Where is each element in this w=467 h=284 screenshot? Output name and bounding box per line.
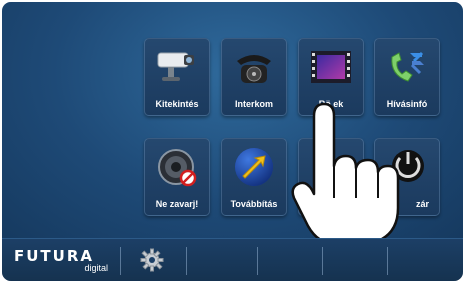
bar-slot-2[interactable] <box>258 239 322 281</box>
tile-zar[interactable]: zár <box>374 138 440 216</box>
tile-label: Ne zavarj! <box>155 199 199 209</box>
tile-rogzitettek[interactable]: Rö ek <box>298 38 364 116</box>
tile-v[interactable]: V <box>298 138 364 216</box>
gear-icon[interactable] <box>140 248 164 272</box>
tile-label: Rö ek <box>318 99 344 109</box>
bar-slot-4[interactable] <box>388 239 458 281</box>
telephone-icon <box>230 45 278 89</box>
cctv-camera-icon <box>153 45 201 89</box>
logo-brand: FUTURA <box>14 247 94 265</box>
call-arrows-icon <box>383 45 431 89</box>
power-icon <box>383 145 431 189</box>
futura-logo: FUTURA digital <box>14 245 112 275</box>
logo-sub: digital <box>84 263 108 273</box>
main-screen: Kitekintés Interkom Rö ek Hívásinfó Ne z… <box>2 2 463 246</box>
tile-interkom[interactable]: Interkom <box>221 38 287 116</box>
tile-hivasinfo[interactable]: Hívásinfó <box>374 38 440 116</box>
bar-slot-3[interactable] <box>323 239 387 281</box>
tile-label: Továbbítás <box>230 199 278 209</box>
tile-kitekintes[interactable]: Kitekintés <box>144 38 210 116</box>
intercom-device: Kitekintés Interkom Rö ek Hívásinfó Ne z… <box>2 2 463 281</box>
forward-arrow-icon <box>230 145 278 189</box>
tile-label: zár <box>415 199 429 209</box>
tile-label: Hívásinfó <box>386 99 428 109</box>
film-icon <box>307 45 355 89</box>
bottom-bar: FUTURA digital <box>2 238 463 281</box>
tile-ne-zavarj[interactable]: Ne zavarj! <box>144 138 210 216</box>
tile-label: Kitekintés <box>155 99 199 109</box>
partial-icon <box>307 145 355 189</box>
tile-tovabbitas[interactable]: Továbbítás <box>221 138 287 216</box>
tile-label: Interkom <box>234 99 273 109</box>
bar-slot-1[interactable] <box>187 239 257 281</box>
tile-label: V <box>307 199 314 209</box>
divider <box>120 247 121 275</box>
speaker-mute-icon <box>153 145 201 189</box>
